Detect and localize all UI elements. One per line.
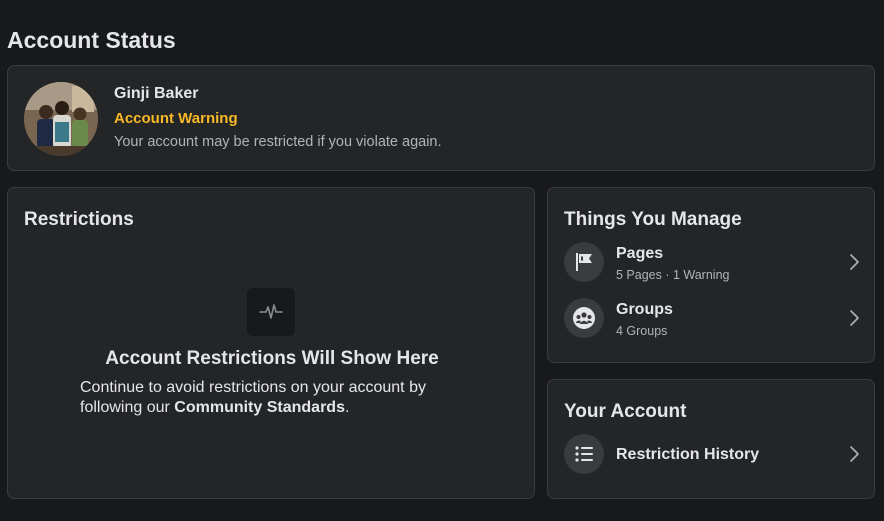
restrictions-title: Restrictions — [24, 209, 134, 230]
your-account-card: Your Account Restriction History — [547, 379, 875, 499]
manage-item-subtitle: 5 Pages · 1 Warning — [616, 268, 730, 282]
flag-icon — [564, 242, 604, 282]
things-you-manage-title: Things You Manage — [564, 209, 742, 230]
account-status-card: Ginji Baker Account Warning Your account… — [7, 65, 875, 171]
restriction-history-label: Restriction History — [616, 446, 760, 463]
community-standards-link[interactable]: Community Standards — [174, 399, 345, 416]
account-warning-label: Account Warning — [114, 110, 238, 127]
user-name[interactable]: Ginji Baker — [114, 85, 198, 103]
avatar[interactable] — [24, 82, 98, 156]
manage-item-subtitle: 4 Groups — [616, 324, 668, 338]
manage-item-label: Groups — [616, 301, 673, 318]
empty-state-suffix: . — [344, 399, 350, 416]
manage-item-pages[interactable]: Pages 5 Pages · 1 Warning — [564, 242, 864, 286]
chevron-right-icon — [850, 254, 859, 270]
list-icon — [564, 434, 604, 474]
manage-item-groups[interactable]: Groups 4 Groups — [564, 298, 864, 342]
activity-pulse-icon — [247, 288, 295, 336]
chevron-right-icon — [850, 446, 859, 462]
page-title: Account Status — [7, 27, 176, 53]
chevron-right-icon — [850, 310, 859, 326]
warning-description: Your account may be restricted if you vi… — [114, 134, 442, 150]
manage-item-label: Pages — [616, 245, 664, 262]
restrictions-card: Restrictions Account Restrictions Will S… — [7, 187, 535, 499]
profile-photo — [24, 82, 98, 156]
groups-icon — [564, 298, 604, 338]
restriction-history-item[interactable]: Restriction History — [564, 434, 864, 478]
your-account-title: Your Account — [564, 401, 687, 422]
empty-state-description: Continue to avoid restrictions on your a… — [80, 378, 480, 418]
empty-state-title: Account Restrictions Will Show Here — [105, 348, 439, 369]
things-you-manage-card: Things You Manage Pages 5 Pages · 1 Warn… — [547, 187, 875, 363]
